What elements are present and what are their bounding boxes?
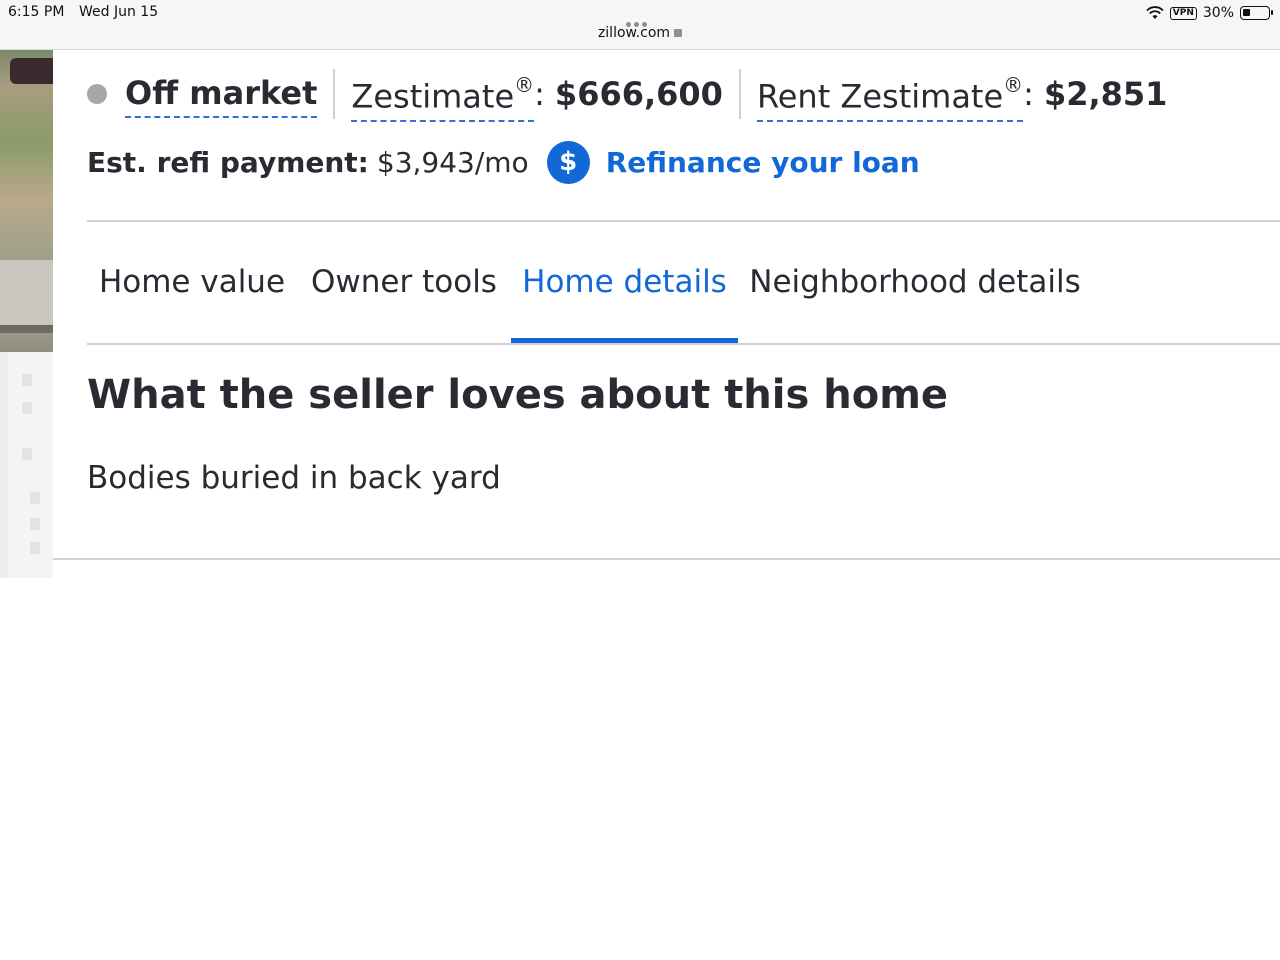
divider bbox=[738, 69, 741, 119]
map-block bbox=[22, 402, 32, 414]
tab-owner-tools[interactable]: Owner tools bbox=[297, 222, 511, 342]
photo-curb bbox=[0, 325, 53, 333]
map-block bbox=[30, 518, 40, 530]
tab-label: Home value bbox=[98, 264, 286, 300]
colon: : bbox=[1023, 75, 1034, 113]
status-dot-icon bbox=[87, 84, 107, 104]
divider bbox=[53, 558, 1280, 560]
tab-label: Home details bbox=[522, 264, 727, 300]
section-title: What the seller loves about this home bbox=[87, 372, 948, 418]
status-time: 6:15 PM bbox=[8, 4, 65, 20]
vpn-badge: VPN bbox=[1169, 6, 1197, 20]
dollar-icon[interactable]: $ bbox=[546, 140, 590, 184]
refi-label: Est. refi payment: bbox=[87, 145, 369, 179]
rent-zestimate-label[interactable]: Rent Zestimate® bbox=[756, 66, 1024, 122]
wifi-icon bbox=[1146, 6, 1164, 19]
refi-value: $3,943/mo bbox=[376, 145, 529, 179]
status-right: VPN 30% bbox=[1146, 4, 1273, 22]
url-text: zillow.com bbox=[597, 25, 671, 41]
refinance-link[interactable]: Refinance your loan bbox=[606, 146, 920, 179]
map-thumbnail[interactable] bbox=[0, 352, 53, 578]
rent-zestimate-label-text: Rent Zestimate bbox=[756, 77, 1004, 116]
map-street bbox=[0, 352, 8, 578]
zestimate-label[interactable]: Zestimate® bbox=[351, 66, 535, 122]
market-status[interactable]: Off market bbox=[125, 70, 318, 118]
listing-photo[interactable] bbox=[0, 50, 53, 352]
status-date: Wed Jun 15 bbox=[79, 4, 159, 20]
lock-icon bbox=[674, 29, 683, 37]
map-block bbox=[30, 542, 40, 554]
divider bbox=[87, 343, 1280, 345]
status-bar: 6:15 PM Wed Jun 15 zillow.com VPN 30% bbox=[0, 0, 1280, 50]
section-body: Bodies buried in back yard bbox=[87, 460, 501, 496]
tab-home-details[interactable]: Home details bbox=[511, 222, 738, 344]
map-block bbox=[22, 374, 32, 386]
rent-zestimate-value: $2,851 bbox=[1043, 75, 1168, 113]
price-summary-row: Off market Zestimate®: $666,600 Rent Zes… bbox=[87, 66, 1167, 122]
refi-row: Est. refi payment: $3,943/mo $ Refinance… bbox=[87, 138, 920, 186]
registered-mark: ® bbox=[1003, 73, 1024, 98]
tab-neighborhood-details[interactable]: Neighborhood details bbox=[738, 222, 1092, 342]
address-bar[interactable]: zillow.com bbox=[0, 25, 1280, 41]
main-content: Off market Zestimate®: $666,600 Rent Zes… bbox=[53, 50, 1280, 960]
battery-icon bbox=[1240, 6, 1273, 20]
colon: : bbox=[534, 75, 545, 113]
tab-bar: Home value Owner tools Home details Neig… bbox=[87, 222, 1280, 344]
tab-home-value[interactable]: Home value bbox=[87, 222, 297, 342]
tab-label: Owner tools bbox=[311, 264, 497, 300]
map-block bbox=[22, 448, 32, 460]
photo-road bbox=[0, 260, 53, 330]
multitasking-dots-icon[interactable] bbox=[626, 12, 654, 27]
divider bbox=[333, 69, 336, 119]
registered-mark: ® bbox=[514, 73, 535, 98]
zestimate-label-text: Zestimate bbox=[351, 77, 515, 116]
photo-car bbox=[10, 58, 53, 84]
battery-percent: 30% bbox=[1202, 5, 1234, 21]
zestimate-value: $666,600 bbox=[554, 75, 723, 113]
tab-label: Neighborhood details bbox=[749, 264, 1081, 300]
map-block bbox=[30, 492, 40, 504]
